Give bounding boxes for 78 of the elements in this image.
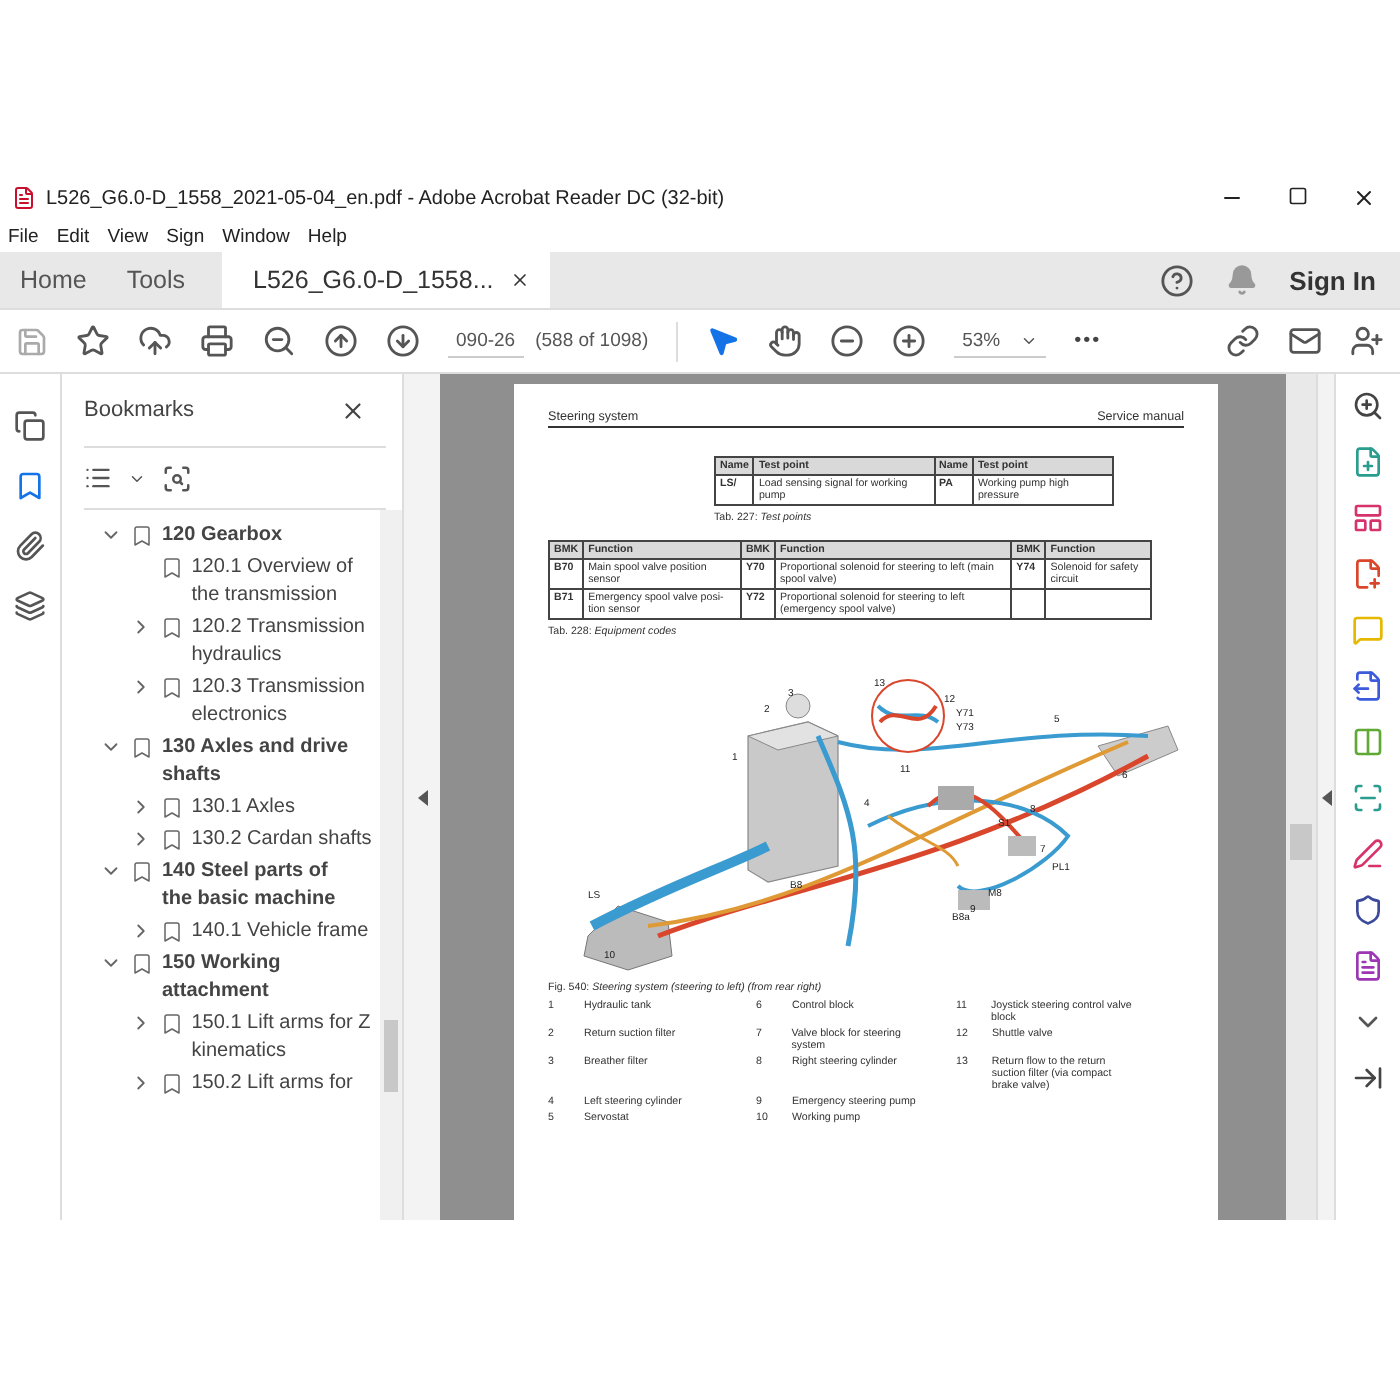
- bookmark-item[interactable]: 130.2 Cardan shafts: [191, 826, 380, 854]
- collapse-icon[interactable]: [1352, 1062, 1384, 1094]
- printer-icon[interactable]: [200, 324, 234, 358]
- bookmark-item[interactable]: 140 Steel parts of the basic machine: [162, 858, 362, 914]
- bookmark-icon: [159, 1072, 184, 1096]
- collapse-handle[interactable]: [1316, 374, 1334, 1220]
- zoom-in-icon[interactable]: [1352, 390, 1384, 422]
- bookmark-item[interactable]: 120.3 Transmission electronics: [191, 674, 380, 730]
- link-icon[interactable]: [1226, 324, 1260, 358]
- more-button[interactable]: •••: [1074, 330, 1102, 352]
- menu-item[interactable]: View: [107, 225, 149, 247]
- options-icon[interactable]: [84, 464, 112, 492]
- bookmark-icon[interactable]: [14, 470, 46, 502]
- layers-icon[interactable]: [14, 590, 46, 622]
- tab[interactable]: L526_G6.0-D_1558...: [221, 252, 550, 308]
- arrow-down-icon[interactable]: [386, 324, 420, 358]
- bookmark-icon: [130, 952, 154, 976]
- sign-in-link[interactable]: Sign In: [1289, 265, 1376, 295]
- help-icon[interactable]: [1159, 263, 1194, 297]
- bookmark-icon: [159, 828, 184, 852]
- bookmark-icon: [159, 556, 184, 580]
- mail-icon[interactable]: [1288, 324, 1322, 358]
- bookmark-item[interactable]: 130 Axles and drive shafts: [162, 734, 362, 790]
- zoom-in-icon[interactable]: [892, 324, 927, 358]
- bookmark-icon: [159, 796, 184, 820]
- cloud-upload-icon[interactable]: [138, 324, 172, 358]
- star-icon[interactable]: [76, 324, 110, 358]
- collapse-handle[interactable]: [402, 374, 440, 1220]
- menu-item[interactable]: Window: [222, 225, 290, 247]
- window-title: L526_G6.0-D_1558_2021-05-04_en.pdf - Adobe Acrobat Reader DC (32-bit): [46, 187, 727, 209]
- paperclip-icon[interactable]: [14, 530, 46, 562]
- menu-item[interactable]: File: [8, 225, 39, 247]
- bookmark-icon: [159, 920, 184, 944]
- bookmark-icon: [130, 524, 154, 548]
- file-export-icon[interactable]: [1352, 670, 1384, 702]
- zoom-out-icon[interactable]: [262, 324, 296, 358]
- user-plus-icon[interactable]: [1350, 324, 1384, 358]
- bookmark-icon: [159, 616, 184, 640]
- arrow-up-icon[interactable]: [324, 324, 358, 358]
- bookmark-item[interactable]: 150 Working attachment: [162, 950, 362, 1006]
- zoom-out-icon[interactable]: [830, 324, 865, 358]
- file-add-icon[interactable]: [1352, 558, 1384, 590]
- pages-icon[interactable]: [14, 410, 46, 442]
- bookmark-item[interactable]: 120 Gearbox: [162, 522, 362, 550]
- maximize-icon[interactable]: [1288, 186, 1308, 206]
- close-icon[interactable]: [340, 397, 366, 423]
- find-bookmark-icon[interactable]: [162, 463, 192, 493]
- hand-icon[interactable]: [768, 324, 803, 358]
- layout-icon[interactable]: [1352, 502, 1384, 534]
- document-icon[interactable]: [1352, 950, 1384, 982]
- bookmark-icon: [159, 676, 184, 700]
- bookmark-item[interactable]: 120.1 Overview of the transmission: [191, 554, 380, 610]
- page-number-field[interactable]: 090-26: [448, 325, 524, 357]
- file-plus-icon[interactable]: [1352, 446, 1384, 478]
- tab[interactable]: Home: [0, 252, 107, 308]
- bookmark-icon: [130, 736, 154, 760]
- page-count: (588 of 1098): [535, 330, 649, 352]
- menu-item[interactable]: Help: [307, 225, 347, 247]
- bookmark-item[interactable]: 130.1 Axles: [191, 794, 380, 822]
- bookmark-icon: [130, 860, 154, 884]
- tab[interactable]: Tools: [106, 252, 206, 308]
- pen-icon[interactable]: [1352, 838, 1384, 870]
- columns-icon[interactable]: [1352, 726, 1384, 758]
- pdf-icon: [12, 186, 36, 210]
- menu-item[interactable]: Sign: [166, 225, 205, 247]
- close-icon[interactable]: [1352, 186, 1376, 210]
- bookmark-item[interactable]: 120.2 Transmission hydraulics: [191, 614, 380, 670]
- menu-item[interactable]: Edit: [56, 225, 90, 247]
- pointer-icon[interactable]: [706, 324, 741, 358]
- bookmark-item[interactable]: 150.1 Lift arms for Z kinematics: [191, 1010, 380, 1066]
- bookmark-icon: [159, 1012, 184, 1036]
- zoom-field[interactable]: 53%: [954, 325, 1047, 357]
- shield-icon[interactable]: [1352, 894, 1384, 926]
- panel-title: Bookmarks: [84, 398, 195, 422]
- bookmark-item[interactable]: 150.2 Lift arms for: [191, 1070, 380, 1098]
- bookmark-item[interactable]: 140.1 Vehicle frame: [191, 918, 380, 946]
- close-icon[interactable]: [509, 270, 530, 290]
- scan-icon[interactable]: [1352, 782, 1384, 814]
